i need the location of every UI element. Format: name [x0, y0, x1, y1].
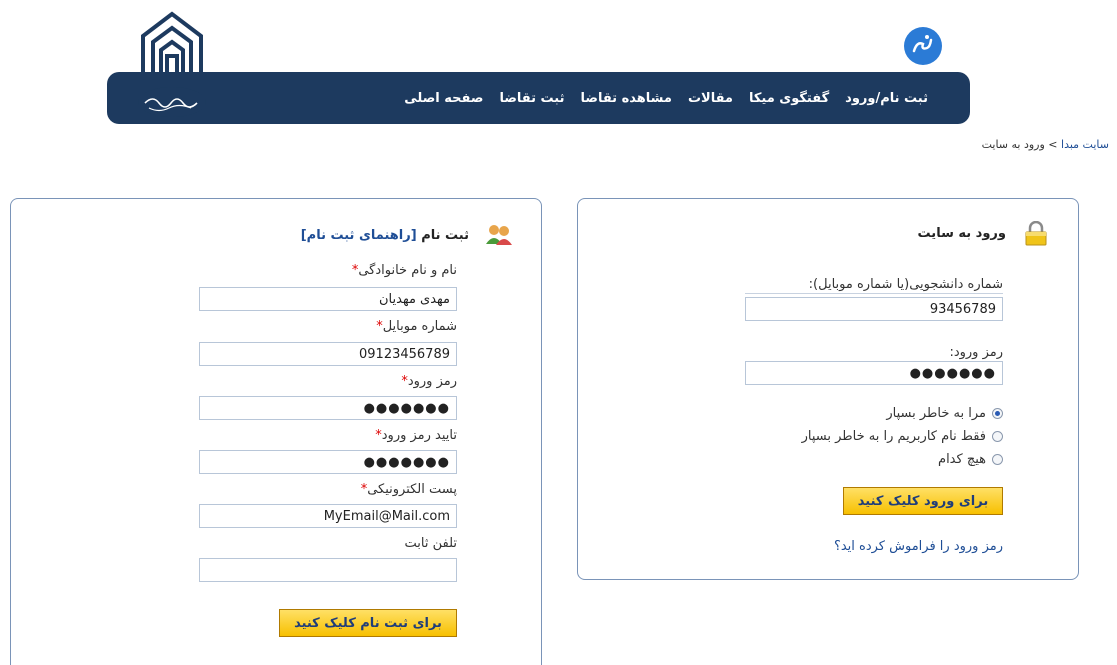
nav-item-home[interactable]: صفحه اصلی — [404, 91, 483, 106]
email-input[interactable] — [199, 504, 457, 528]
breadcrumb-current: ورود به سایت — [981, 138, 1045, 151]
remember-username-label: فقط نام کاربریم را به خاطر بسپار — [801, 429, 986, 444]
remember-me-label: مرا به خاطر بسپار — [886, 406, 986, 421]
remember-none-option[interactable]: هیچ کدام — [938, 452, 1003, 467]
fullname-input[interactable] — [199, 287, 457, 311]
users-icon — [486, 225, 512, 245]
remember-username-option[interactable]: فقط نام کاربریم را به خاطر بسپار — [802, 429, 1003, 444]
remember-me-option[interactable]: مرا به خاطر بسپار — [886, 406, 1003, 421]
nav-item-submit-request[interactable]: ثبت تقاضا — [499, 91, 564, 106]
student-number-input[interactable] — [745, 297, 1003, 321]
forgot-password-link[interactable]: رمز ورود را فراموش کرده اید؟ — [834, 539, 1003, 554]
confirm-password-label: تایید رمز ورود* — [375, 428, 457, 443]
register-panel: ثبت نام [راهنمای ثبت نام] نام و نام خانو… — [10, 198, 542, 665]
breadcrumb-separator: > — [1044, 138, 1062, 151]
remember-username-radio[interactable] — [992, 431, 1003, 442]
nav-menu: صفحه اصلی ثبت تقاضا مشاهده تقاضا مقالات … — [404, 72, 928, 124]
nav-item-articles[interactable]: مقالات — [688, 91, 733, 106]
email-label: پست الکترونیکی* — [360, 482, 457, 497]
landline-label: تلفن ثابت — [404, 536, 458, 551]
confirm-password-input[interactable] — [199, 450, 457, 474]
landline-input[interactable] — [199, 558, 457, 582]
lock-icon — [1025, 221, 1047, 246]
login-password-input[interactable] — [745, 361, 1003, 385]
university-logo[interactable] — [133, 10, 211, 120]
register-password-input[interactable] — [199, 396, 457, 420]
remember-none-label: هیچ کدام — [938, 452, 986, 467]
fullname-label: نام و نام خانوادگی* — [351, 263, 457, 278]
breadcrumb: سایت مبدا > ورود به سایت — [982, 138, 1109, 151]
register-title-text: ثبت نام — [421, 228, 469, 243]
main-navbar: صفحه اصلی ثبت تقاضا مشاهده تقاضا مقالات … — [107, 72, 970, 124]
remember-none-radio[interactable] — [992, 454, 1003, 465]
mobile-input[interactable] — [199, 342, 457, 366]
login-panel: ورود به سایت شماره دانشجویی(یا شماره موب… — [577, 198, 1079, 580]
nav-item-view-request[interactable]: مشاهده تقاضا — [581, 91, 672, 106]
nav-item-register-login[interactable]: ثبت نام/ورود — [845, 91, 928, 106]
login-title: ورود به سایت — [917, 226, 1006, 241]
register-password-label: رمز ورود* — [401, 374, 457, 389]
login-password-label: رمز ورود: — [745, 345, 1003, 362]
mika-logo[interactable] — [903, 26, 943, 66]
mobile-label: شماره موبایل* — [376, 319, 457, 334]
nav-item-mika-chat[interactable]: گفتگوی میکا — [749, 91, 829, 106]
student-number-label: شماره دانشجویی(یا شماره موبایل): — [745, 277, 1003, 294]
remember-me-radio[interactable] — [992, 408, 1003, 419]
login-submit-button[interactable]: برای ورود کلیک کنید — [843, 487, 1003, 515]
register-title: ثبت نام [راهنمای ثبت نام] — [301, 228, 469, 243]
register-submit-button[interactable]: برای ثبت نام کلیک کنید — [279, 609, 457, 637]
breadcrumb-home-link[interactable]: سایت مبدا — [1061, 138, 1109, 151]
register-guide-link[interactable]: [راهنمای ثبت نام] — [301, 228, 417, 243]
